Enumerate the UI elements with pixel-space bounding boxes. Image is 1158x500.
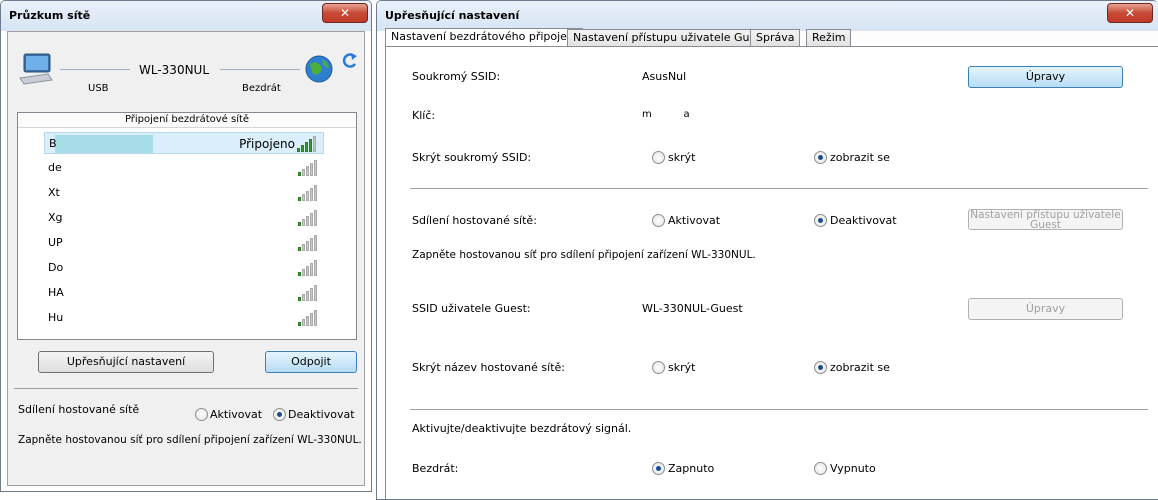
key-label: Klíč: bbox=[412, 109, 436, 122]
usb-label: USB bbox=[88, 83, 109, 94]
deactivate-radio[interactable] bbox=[273, 408, 286, 421]
list-header: Připojení bezdrátové sítě bbox=[18, 113, 356, 128]
wireless-link-line bbox=[220, 69, 300, 70]
wireless-off-radio[interactable] bbox=[814, 462, 827, 475]
deactivate-option: Deaktivovat bbox=[830, 214, 897, 227]
tab-management[interactable]: Správa bbox=[750, 29, 801, 46]
network-row[interactable]: UP bbox=[44, 232, 324, 254]
signal-strength-icon bbox=[298, 185, 320, 201]
close-button[interactable]: ✕ bbox=[322, 3, 368, 23]
disconnect-button[interactable]: Odpojit bbox=[265, 351, 357, 373]
key-value: m a bbox=[642, 109, 690, 120]
network-survey-window: Průzkum sítě ✕ WL-330NUL USB Bezdrát Při… bbox=[0, 0, 372, 492]
tab-wireless-settings[interactable]: Nastavení bezdrátového připojení bbox=[385, 28, 583, 46]
tab-guest-access[interactable]: Nastavení přístupu uživatele Guest bbox=[567, 29, 773, 46]
activate-label: Aktivovat bbox=[210, 408, 263, 421]
network-name: Do bbox=[48, 261, 64, 274]
computer-icon bbox=[19, 53, 53, 85]
signal-strength-icon bbox=[298, 210, 320, 226]
network-row[interactable]: B Připojeno bbox=[44, 132, 324, 154]
hide-hosted-radio[interactable] bbox=[652, 361, 665, 374]
title-bar[interactable]: Upřesňující nastavení ✕ bbox=[377, 1, 1158, 31]
device-name: WL-330NUL bbox=[139, 63, 210, 77]
private-ssid-label: Soukromý SSID: bbox=[412, 70, 501, 83]
hosted-network-label: Sdílení hostované sítě: bbox=[412, 214, 537, 227]
advanced-settings-window: Upřesňující nastavení ✕ Nastavení bezdrá… bbox=[376, 0, 1158, 500]
signal-strength-icon bbox=[298, 285, 320, 301]
show-hosted-radio[interactable] bbox=[814, 361, 827, 374]
signal-strength-icon bbox=[298, 310, 320, 326]
divider bbox=[14, 388, 358, 389]
network-row[interactable]: Hu bbox=[44, 307, 324, 329]
edit-guest-ssid-button[interactable]: Úpravy bbox=[968, 298, 1123, 320]
signal-note: Aktivujte/deaktivujte bezdrátový signál. bbox=[412, 422, 632, 435]
edit-ssid-button[interactable]: Úpravy bbox=[968, 66, 1123, 88]
wireless-on-radio[interactable] bbox=[652, 462, 665, 475]
network-row[interactable]: HA bbox=[44, 282, 324, 304]
network-name: de bbox=[48, 161, 62, 174]
divider bbox=[410, 409, 1148, 410]
network-row[interactable]: de bbox=[44, 157, 324, 179]
activate-radio[interactable] bbox=[195, 408, 208, 421]
wireless-label: Bezdrát bbox=[242, 83, 281, 94]
hosted-network-label: Sdílení hostované sítě bbox=[18, 403, 140, 416]
private-ssid-value: AsusNul bbox=[642, 70, 687, 83]
deactivate-label: Deaktivovat bbox=[288, 408, 355, 421]
guest-ssid-value: WL-330NUL-Guest bbox=[642, 302, 743, 315]
activate-radio[interactable] bbox=[652, 214, 665, 227]
network-name: Xg bbox=[48, 211, 63, 224]
signal-strength-icon bbox=[298, 235, 320, 251]
network-name: Xt bbox=[48, 186, 60, 199]
window-title: Průzkum sítě bbox=[9, 9, 91, 22]
globe-icon bbox=[305, 55, 333, 83]
deactivate-radio[interactable] bbox=[814, 214, 827, 227]
window-title: Upřesňující nastavení bbox=[385, 9, 520, 22]
network-name: HA bbox=[48, 286, 64, 299]
hosted-network-note: Zapněte hostovanou síť pro sdílení připo… bbox=[412, 249, 756, 261]
signal-strength-icon bbox=[297, 136, 319, 152]
network-name: B bbox=[49, 137, 57, 150]
hide-ssid-radio[interactable] bbox=[652, 151, 665, 164]
activate-option: Aktivovat bbox=[668, 214, 721, 227]
refresh-icon[interactable] bbox=[342, 52, 358, 70]
hide-ssid-option: skrýt bbox=[668, 151, 696, 164]
network-name: Hu bbox=[48, 311, 64, 324]
hide-ssid-label: Skrýt soukromý SSID: bbox=[412, 151, 532, 164]
signal-strength-icon bbox=[298, 160, 320, 176]
network-name: UP bbox=[48, 236, 63, 249]
signal-strength-icon bbox=[298, 260, 320, 276]
close-button[interactable]: ✕ bbox=[1107, 3, 1153, 23]
show-ssid-radio[interactable] bbox=[814, 151, 827, 164]
usb-link-line bbox=[60, 69, 130, 70]
show-ssid-option: zobrazit se bbox=[830, 151, 890, 164]
connection-status: Připojeno bbox=[239, 137, 295, 151]
network-row[interactable]: Xt bbox=[44, 182, 324, 204]
window-body: WL-330NUL USB Bezdrát Připojení bezdráto… bbox=[7, 31, 365, 486]
wireless-settings-panel: Soukromý SSID: AsusNul Úpravy Klíč: m a … bbox=[385, 46, 1158, 499]
hide-hosted-name-label: Skrýt název hostované sítě: bbox=[412, 361, 565, 374]
hide-hosted-option: skrýt bbox=[668, 361, 696, 374]
redacted-ssid bbox=[55, 135, 153, 153]
divider bbox=[410, 188, 1148, 189]
advanced-settings-button[interactable]: Upřesňující nastavení bbox=[38, 351, 214, 373]
title-bar[interactable]: Průzkum sítě ✕ bbox=[1, 1, 371, 31]
guest-ssid-label: SSID uživatele Guest: bbox=[412, 302, 531, 315]
wireless-off-option: Vypnuto bbox=[830, 462, 876, 475]
guest-access-settings-button[interactable]: Nastavení přístupu uživatele Guest bbox=[968, 209, 1123, 230]
show-hosted-option: zobrazit se bbox=[830, 361, 890, 374]
hosted-network-note: Zapněte hostovanou síť pro sdílení připo… bbox=[18, 434, 362, 446]
wireless-network-list[interactable]: Připojení bezdrátové sítě B Připojeno de Xt… bbox=[17, 112, 357, 340]
wireless-label: Bezdrát: bbox=[412, 462, 459, 475]
network-row[interactable]: Xg bbox=[44, 207, 324, 229]
wireless-on-option: Zapnuto bbox=[668, 462, 715, 475]
network-row[interactable]: Do bbox=[44, 257, 324, 279]
tab-mode[interactable]: Režim bbox=[806, 29, 852, 46]
